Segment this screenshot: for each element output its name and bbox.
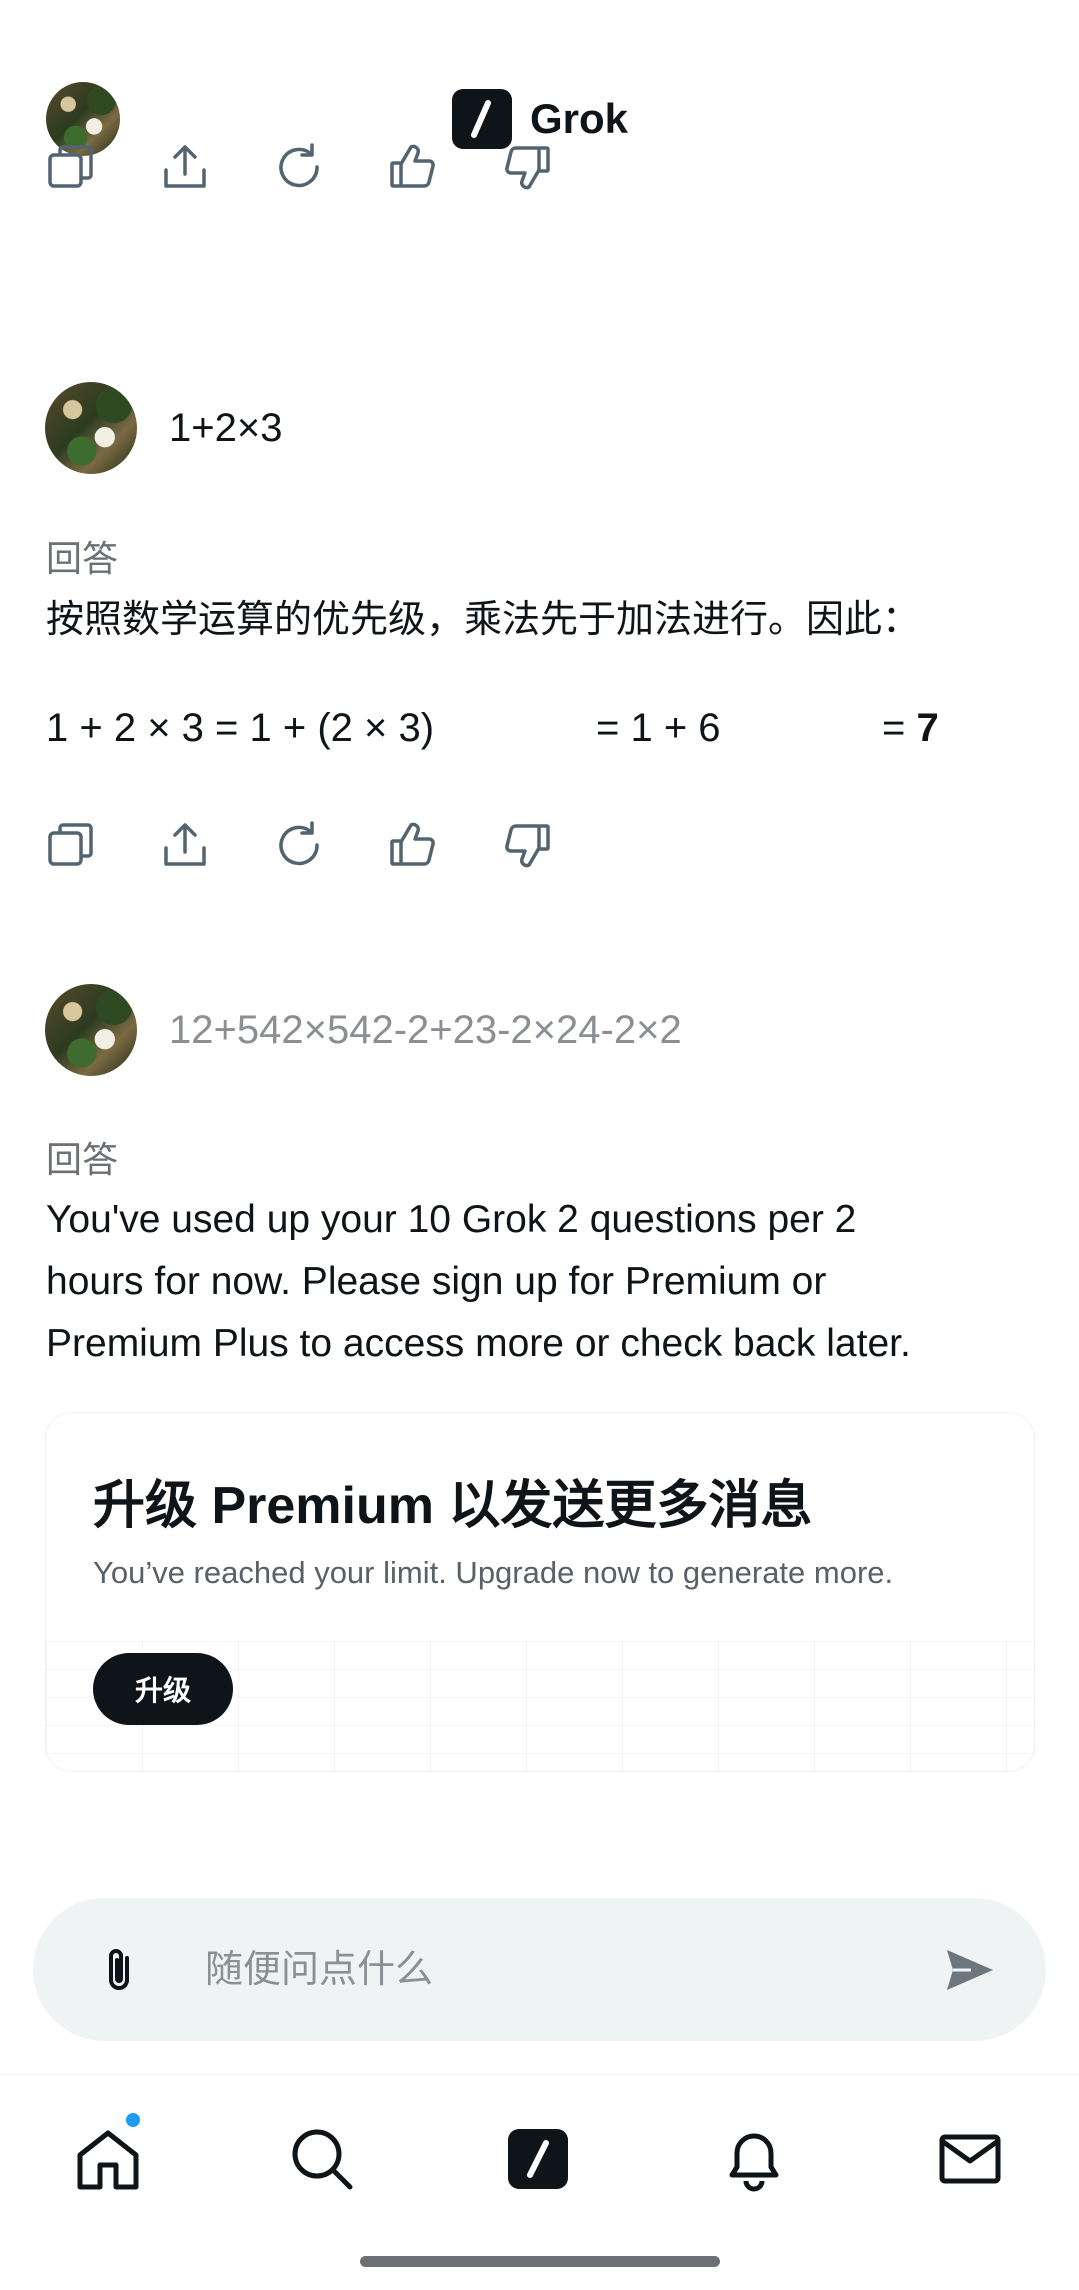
- upgrade-button[interactable]: 升级: [93, 1653, 233, 1725]
- user-avatar: [45, 382, 137, 474]
- notifications-icon[interactable]: [718, 2123, 790, 2195]
- thumbs-down-icon[interactable]: [502, 142, 552, 192]
- send-icon[interactable]: [941, 1942, 997, 1998]
- message-actions: [46, 142, 552, 192]
- math-result: = 7: [882, 706, 939, 751]
- math-step-1: 1 + 2 × 3 = 1 + (2 × 3): [46, 706, 435, 750]
- user-message: 1+2×3: [45, 382, 282, 474]
- home-indicator: [360, 2256, 720, 2267]
- home-notification-dot: [124, 2111, 142, 2129]
- answer-label: 回答: [46, 538, 119, 579]
- math-result-prefix: =: [882, 706, 917, 750]
- answer-text: 按照数学运算的优先级，乘法先于加法进行。因此：: [46, 599, 921, 641]
- premium-title: 升级 Premium 以发送更多消息: [93, 1477, 813, 1535]
- premium-subtitle: You’ve reached your limit. Upgrade now t…: [93, 1555, 894, 1590]
- app-brand: Grok: [452, 88, 628, 150]
- thumbs-up-icon[interactable]: [388, 142, 438, 192]
- user-message-text: 1+2×3: [169, 405, 283, 450]
- share-icon[interactable]: [160, 820, 210, 870]
- limit-message: You've used up your 10 Grok 2 questions …: [46, 1189, 911, 1375]
- limit-message-line: You've used up your 10 Grok 2 questions …: [46, 1198, 857, 1241]
- copy-icon[interactable]: [46, 142, 96, 192]
- math-step-2: = 1 + 6: [596, 706, 721, 750]
- app-title: Grok: [530, 95, 629, 142]
- user-message: 12+542×542-2+23-2×24-2×2: [45, 984, 682, 1076]
- answer-label: 回答: [46, 1139, 119, 1180]
- message-actions: [46, 820, 552, 870]
- grok-icon[interactable]: [502, 2123, 574, 2195]
- share-icon[interactable]: [160, 142, 210, 192]
- grok-logo-icon: [452, 89, 512, 149]
- copy-icon[interactable]: [46, 820, 96, 870]
- attach-icon[interactable]: [93, 1942, 149, 1998]
- limit-message-line: hours for now. Please sign up for Premiu…: [46, 1260, 827, 1303]
- math-result-value: 7: [916, 706, 939, 750]
- thumbs-down-icon[interactable]: [502, 820, 552, 870]
- thumbs-up-icon[interactable]: [388, 820, 438, 870]
- messages-icon[interactable]: [934, 2123, 1006, 2195]
- composer: [33, 1898, 1046, 2041]
- user-avatar: [45, 984, 137, 1076]
- user-message-text: 12+542×542-2+23-2×24-2×2: [169, 1007, 682, 1052]
- premium-upsell-card: 升级 Premium 以发送更多消息 You’ve reached your l…: [45, 1412, 1035, 1772]
- regenerate-icon[interactable]: [274, 142, 324, 192]
- regenerate-icon[interactable]: [274, 820, 324, 870]
- search-icon[interactable]: [286, 2123, 358, 2195]
- limit-message-line: Premium Plus to access more or check bac…: [46, 1322, 911, 1365]
- home-icon[interactable]: [72, 2123, 144, 2195]
- message-input[interactable]: [205, 1934, 905, 2006]
